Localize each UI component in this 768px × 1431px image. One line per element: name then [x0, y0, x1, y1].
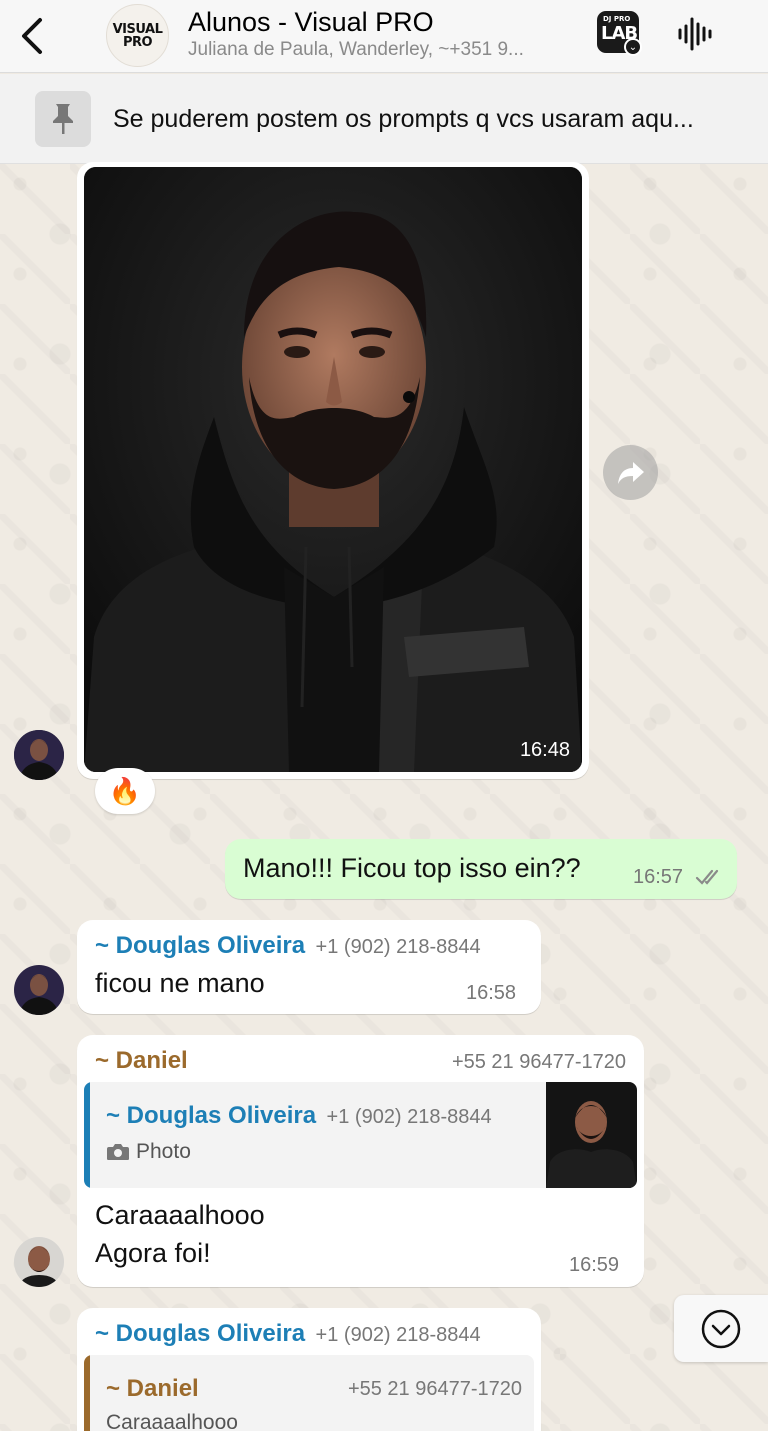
avatar[interactable]: [14, 965, 64, 1015]
quote-phone: +55 21 96477-1720: [347, 1378, 522, 1400]
photo-time: 16:48: [519, 739, 570, 761]
quote-sender: ~ Daniel: [106, 1375, 199, 1402]
lab-app-icon[interactable]: DJ PRO LAB ⌄: [597, 11, 642, 56]
incoming-message-bubble[interactable]: ~ Douglas Oliveira +1 (902) 218-8844 fic…: [77, 920, 541, 1014]
fire-emoji: 🔥: [108, 775, 142, 806]
sender-phone: +1 (902) 218-8844: [315, 1324, 481, 1346]
quote-phone: +1 (902) 218-8844: [326, 1106, 492, 1128]
forward-button[interactable]: [603, 445, 658, 500]
group-avatar[interactable]: VISUAL PRO: [106, 4, 169, 67]
avatar-line1: VISUAL: [112, 21, 163, 37]
quote-thumbnail: [546, 1082, 637, 1188]
double-check-icon: [695, 869, 719, 885]
message-text: Mano!!! Ficou top isso ein??: [243, 853, 581, 883]
quote-bar: [84, 1355, 90, 1431]
portrait-photo[interactable]: 16:48: [84, 167, 582, 772]
lab-icon-top: DJ PRO: [603, 15, 631, 23]
scroll-to-bottom-button[interactable]: [674, 1295, 768, 1362]
sender-phone: +1 (902) 218-8844: [315, 936, 481, 958]
avatar[interactable]: [14, 1237, 64, 1287]
reaction-badge[interactable]: 🔥: [95, 768, 155, 814]
chevron-left-icon: [22, 18, 42, 54]
quoted-message[interactable]: ~ Daniel +55 21 96477-1720 Caraaaalhooo: [84, 1355, 534, 1431]
camera-icon: [107, 1144, 129, 1160]
quote-type: Photo: [136, 1140, 191, 1163]
group-members[interactable]: Juliana de Paula, Wanderley, ~+351 9...: [188, 39, 524, 61]
outgoing-message-bubble[interactable]: Mano!!! Ficou top isso ein?? 16:57: [225, 839, 737, 899]
audio-waveform-icon[interactable]: [676, 16, 714, 52]
quote-sender: ~ Douglas Oliveira: [106, 1102, 317, 1129]
group-title[interactable]: Alunos - Visual PRO: [188, 7, 434, 38]
quoted-message[interactable]: ~ Douglas Oliveira +1 (902) 218-8844 Pho…: [84, 1082, 637, 1188]
back-button[interactable]: [16, 16, 50, 56]
message-time: 16:59: [569, 1254, 620, 1276]
pinned-message-bar[interactable]: Se puderem postem os prompts q vcs usara…: [0, 74, 768, 164]
incoming-message-bubble[interactable]: ~ Douglas Oliveira +1 (902) 218-8844 ~ D…: [77, 1308, 541, 1431]
sender-name[interactable]: ~ Douglas Oliveira: [95, 1320, 305, 1347]
avatar[interactable]: [14, 730, 64, 780]
incoming-message-bubble[interactable]: ~ Daniel +55 21 96477-1720 ~ Douglas Oli…: [77, 1035, 644, 1287]
pinned-text: Se puderem postem os prompts q vcs usara…: [113, 105, 694, 133]
chevron-down-icon: ⌄: [624, 38, 642, 56]
sender-name[interactable]: ~ Daniel: [95, 1047, 188, 1075]
message-time: 16:58: [466, 982, 517, 1004]
message-time: 16:57: [633, 866, 684, 888]
message-text-line2: Agora foi!: [95, 1238, 211, 1268]
forward-icon: [617, 461, 644, 484]
message-text: ficou ne mano: [95, 968, 265, 998]
chevron-down-icon: [701, 1309, 741, 1348]
quote-text: Caraaaalhooo: [106, 1411, 238, 1431]
sender-phone: +55 21 96477-1720: [451, 1051, 626, 1073]
pin-icon: [35, 91, 91, 147]
message-text-line1: Caraaaalhooo: [95, 1200, 265, 1230]
sender-name[interactable]: ~ Douglas Oliveira: [95, 932, 305, 959]
quote-bar: [84, 1082, 90, 1188]
chat-header: VISUAL PRO Alunos - Visual PRO Juliana d…: [0, 0, 768, 73]
avatar-line2: PRO: [122, 34, 153, 50]
